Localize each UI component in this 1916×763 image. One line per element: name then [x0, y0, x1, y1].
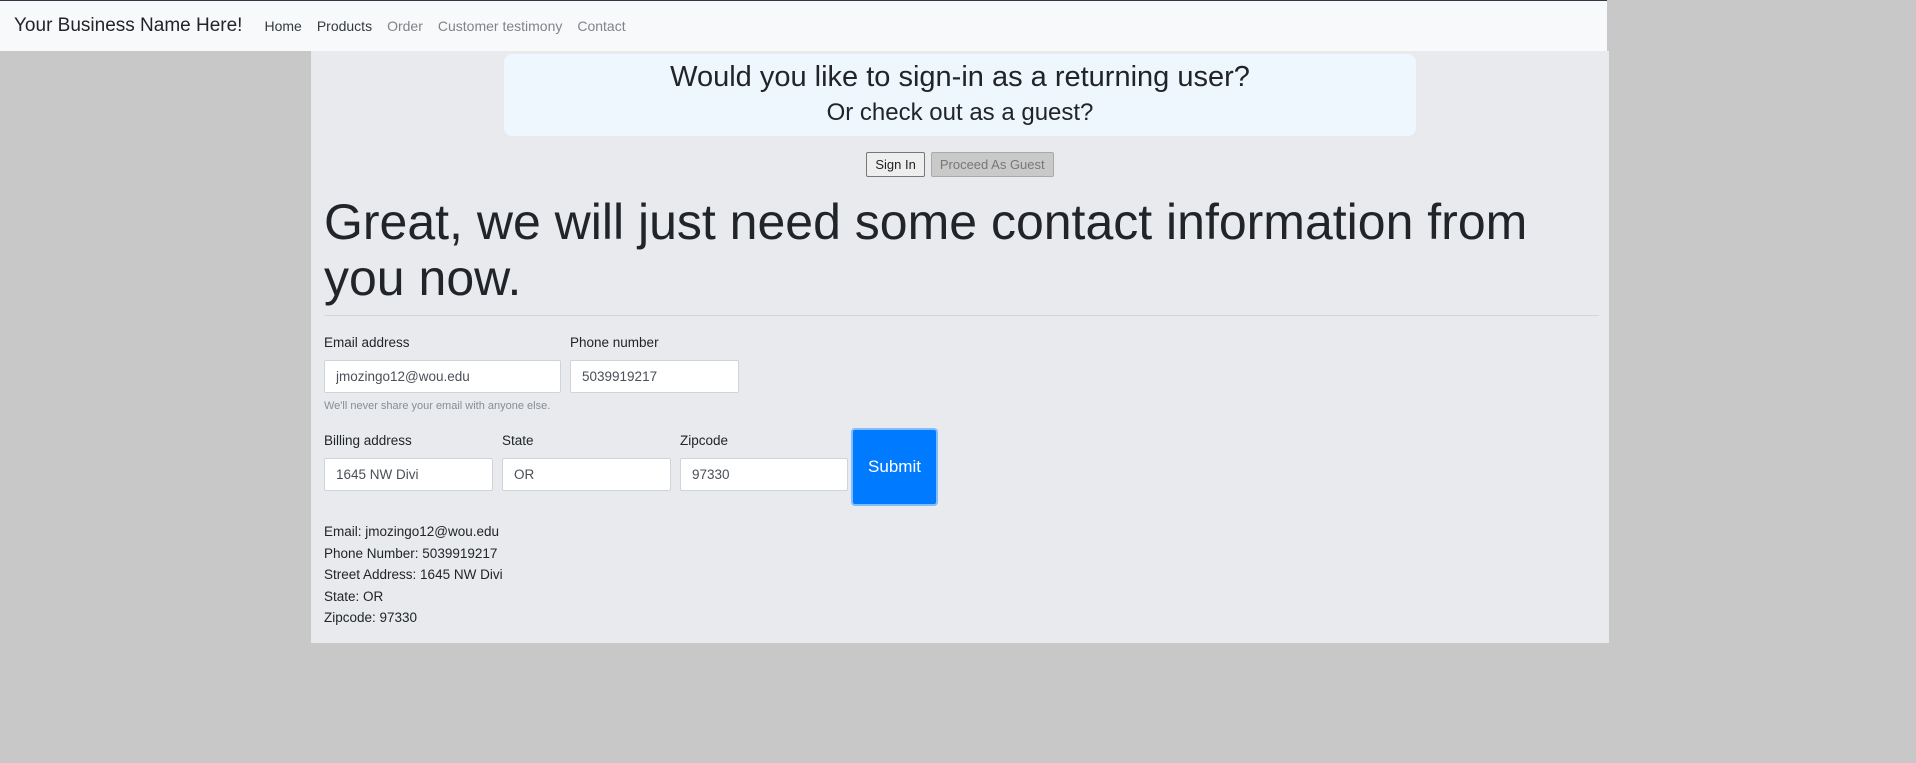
signin-choice-row: Sign In Proceed As Guest — [311, 152, 1609, 177]
nav-home[interactable]: Home — [264, 18, 301, 34]
state-label: State — [502, 433, 534, 448]
summary-email: Email: jmozingo12@wou.edu — [324, 524, 500, 539]
nav-order[interactable]: Order — [387, 18, 423, 34]
guest-question: Or check out as a guest? — [826, 99, 1094, 126]
signin-callout: Would you like to sign-in as a returning… — [504, 54, 1416, 136]
summary-street-address: Street Address: 1645 NW Divi — [324, 567, 503, 582]
nav-products[interactable]: Products — [317, 18, 372, 34]
summary-zipcode: Zipcode: 97330 — [324, 610, 418, 625]
summary-phone: Phone Number: 5039919217 — [324, 545, 498, 561]
email-field[interactable] — [324, 360, 561, 393]
nav-contact[interactable]: Contact — [577, 18, 625, 34]
signin-question: Would you like to sign-in as a returning… — [670, 61, 1250, 93]
sign-in-button[interactable]: Sign In — [866, 152, 925, 177]
email-help-text: We'll never share your email with anyone… — [324, 400, 551, 412]
summary-state: State: OR — [324, 588, 384, 604]
phone-label: Phone number — [570, 335, 659, 350]
proceed-as-guest-button[interactable]: Proceed As Guest — [930, 152, 1054, 177]
zipcode-label: Zipcode — [680, 433, 729, 448]
page-headline: Great, we will just need some contact in… — [324, 194, 1528, 306]
state-field[interactable] — [502, 458, 671, 491]
billing-address-field[interactable] — [324, 458, 493, 491]
phone-field[interactable] — [570, 360, 739, 393]
brand-link[interactable]: Your Business Name Here! — [14, 15, 242, 37]
billing-address-label: Billing address — [324, 433, 412, 448]
main-container: Would you like to sign-in as a returning… — [311, 51, 1609, 643]
zipcode-field[interactable] — [680, 458, 848, 491]
nav-customer-testimony[interactable]: Customer testimony — [438, 18, 562, 34]
headline-divider — [324, 315, 1599, 316]
top-navbar: Your Business Name Here! Home Products O… — [0, 0, 1607, 51]
email-label: Email address — [324, 335, 410, 350]
submit-button[interactable]: Submit — [851, 428, 938, 506]
contact-summary: Email: jmozingo12@wou.edu Phone Number: … — [324, 521, 503, 629]
